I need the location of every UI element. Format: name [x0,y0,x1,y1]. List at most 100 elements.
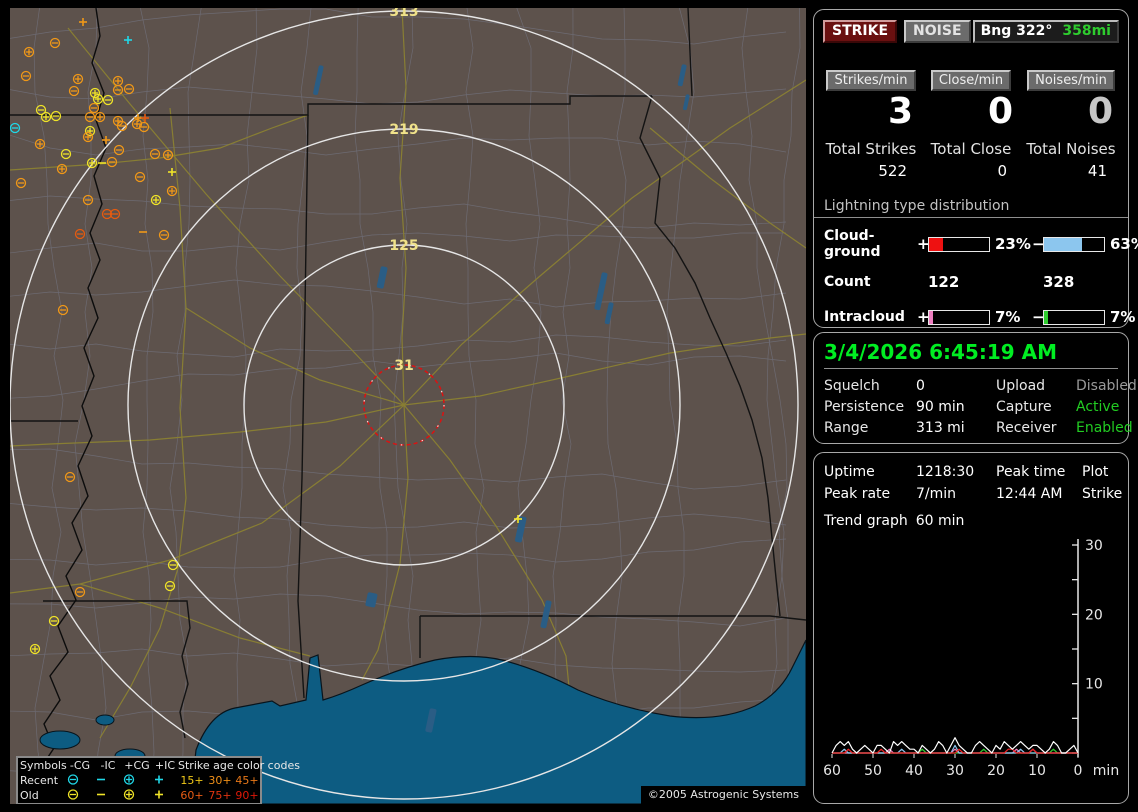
status-panel: 3/4/2026 6:45:19 AM Squelch 0 Upload Dis… [813,332,1137,444]
svg-text:30: 30 [946,763,964,779]
cg-plus-percent: 23% [995,235,1031,253]
legend-row-recent-label: Recent [20,774,59,787]
svg-text:125: 125 [389,238,418,254]
ic-minus-percent: 7% [1110,308,1136,326]
minus-sign: − [1032,308,1045,326]
svg-text:20: 20 [987,763,1005,779]
upload-status: Disabled [1076,378,1137,394]
svg-text:50: 50 [864,763,882,779]
uptime-value: 1218:30 [916,464,975,480]
capture-label: Capture [996,399,1052,415]
minus-sign: − [1032,235,1045,253]
plus-sign: + [917,235,930,253]
persistence-value: 90 min [916,399,965,415]
legend-col-cgn: -CG [69,759,91,772]
total-strikes-label: Total Strikes [825,140,917,158]
close-column: Close/min 0 Total Close 0 [921,70,1021,180]
strike-mode-button[interactable]: STRIKE [823,20,898,43]
legend-col-icp: +IC [154,759,176,772]
strikes-column: Strikes/min 3 Total Strikes 522 [821,70,921,180]
receiver-label: Receiver [996,420,1057,436]
ic-positive-old-icon [152,788,178,803]
age-30: 30+ [208,774,232,787]
count-label: Count [824,274,871,290]
strikes-per-min-header: Strikes/min [826,70,916,91]
total-noises-label: Total Noises [1026,140,1116,158]
noises-per-min-header: Noises/min [1027,70,1115,91]
bearing-distance: 358mi [1062,23,1111,39]
age-75: 75+ [208,789,232,802]
ic-minus-bar [1043,309,1105,325]
counters-panel: STRIKE NOISE Bng 322° 358mi Strikes/min … [813,9,1138,357]
svg-text:10: 10 [1028,763,1046,779]
map-legend: Symbols -CG -IC +CG +IC Strike age color… [16,756,300,804]
close-per-min-header: Close/min [930,70,1012,91]
age-90: 90+ [235,789,259,802]
svg-text:10: 10 [1085,677,1103,693]
noises-column: Noises/min 0 Total Noises 41 [1021,70,1121,180]
legend-row-old-label: Old [20,789,39,802]
upload-label: Upload [996,378,1046,394]
noise-mode-button[interactable]: NOISE [904,20,971,43]
range-value: 313 mi [916,420,965,436]
cg-minus-count: 328 [1043,273,1075,291]
ic-plus-bar [928,309,990,325]
plus-sign: + [917,308,930,326]
total-strikes-value: 522 [878,162,907,180]
svg-text:60: 60 [824,763,841,779]
svg-text:219: 219 [389,122,418,138]
bearing-label: Bng 322° [980,23,1053,39]
squelch-label: Squelch [824,378,880,394]
legend-col-icn: -IC [100,759,116,772]
svg-text:0: 0 [1074,763,1083,779]
receiver-status: Enabled [1076,420,1133,436]
total-close-value: 0 [997,162,1007,180]
strikes-rate-value: 3 [887,91,913,132]
range-label: Range [824,420,869,436]
svg-text:40: 40 [905,763,923,779]
copyright-text: ©2005 Astrogenic Systems [640,786,806,804]
total-noises-value: 41 [1087,162,1107,180]
cg-minus-bar [1043,236,1105,252]
peak-rate-label: Peak rate [824,486,891,502]
svg-text:20: 20 [1085,607,1103,623]
cg-plus-count: 122 [928,273,960,291]
ic-negative-old-icon [94,788,122,803]
svg-text:313: 313 [389,8,418,20]
cg-negative-recent-icon [66,773,94,788]
trend-panel: Uptime 1218:30 Peak time Plot Peak rate … [813,452,1129,804]
cg-positive-recent-icon [122,773,152,788]
peak-time-value: 12:44 AM [996,486,1063,502]
total-close-label: Total Close [930,140,1012,158]
plot-header: Plot [1082,464,1109,480]
uptime-label: Uptime [824,464,875,480]
age-45: 45+ [235,774,259,787]
trend-graph-window: 60 min [915,513,965,529]
svg-text:min: min [1093,763,1119,779]
peak-time-header: Peak time [996,464,1066,480]
lightning-map[interactable]: 313 219 125 31 Symbols -CG -IC +CG +IC Stri… [10,8,806,804]
squelch-value: 0 [916,378,925,394]
plot-value: Strike [1082,486,1123,502]
legend-age-header: Strike age color codes [178,759,300,772]
peak-rate-value: 7/min [916,486,957,502]
legend-symbols-header: Symbols [20,759,67,772]
distribution-title: Lightning type distribution [814,198,1128,218]
bearing-display: Bng 322° 358mi [972,20,1119,43]
trend-graph: 10 20 30 60 50 40 30 20 10 0 min [823,538,1119,779]
close-rate-value: 0 [987,91,1013,132]
cg-plus-bar [928,236,990,252]
ic-positive-recent-icon [152,773,178,788]
legend-col-cgp: +CG [124,759,150,772]
ic-plus-percent: 7% [995,308,1021,326]
persistence-label: Persistence [824,399,905,415]
age-15: 15+ [180,774,204,787]
noises-rate-value: 0 [1087,91,1113,132]
map-canvas: 313 219 125 31 [10,8,806,804]
age-60: 60+ [180,789,204,802]
cloud-ground-label: Cloud-ground [824,228,881,260]
datetime-display: 3/4/2026 6:45:19 AM [824,340,1118,369]
trend-graph-label: Trend graph [824,513,908,529]
capture-status: Active [1076,399,1120,415]
cg-minus-percent: 63% [1110,235,1138,253]
